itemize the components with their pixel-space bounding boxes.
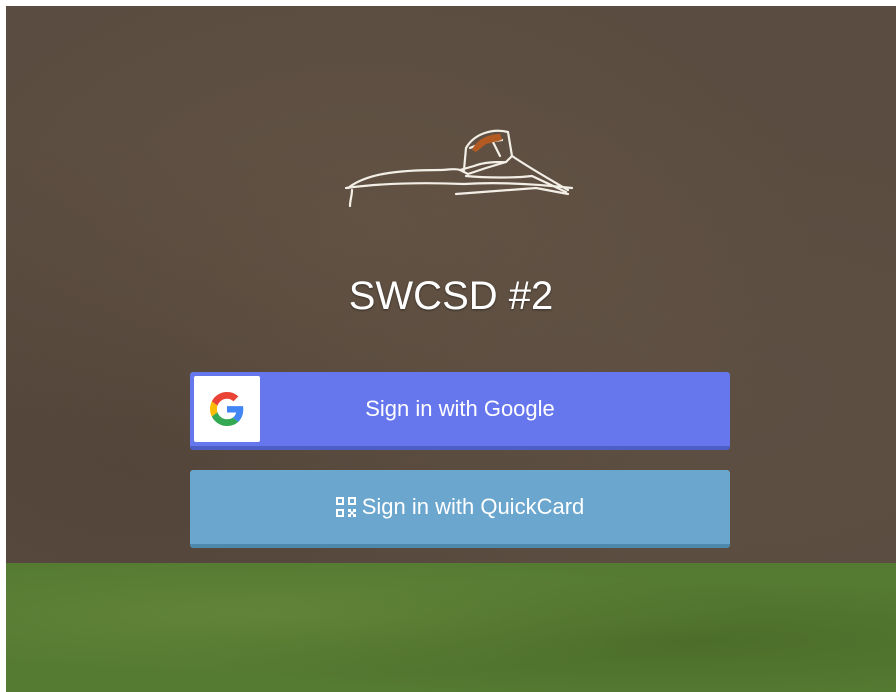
google-g-icon xyxy=(210,392,244,426)
sign-in-google-button[interactable]: Sign in with Google xyxy=(190,372,730,450)
green-background xyxy=(6,563,896,692)
quickcard-button-label: Sign in with QuickCard xyxy=(361,494,585,519)
qr-code-icon xyxy=(335,497,356,517)
page-title: SWCSD #2 xyxy=(348,274,554,318)
google-button-label: Sign in with Google xyxy=(365,396,555,421)
google-icon-box xyxy=(194,376,260,442)
login-page: SWCSD #2 Sign in with Google Sign in wit… xyxy=(6,6,896,692)
sign-in-quickcard-button[interactable]: Sign in with QuickCard xyxy=(190,470,730,548)
mesa-rock-logo xyxy=(344,129,574,208)
